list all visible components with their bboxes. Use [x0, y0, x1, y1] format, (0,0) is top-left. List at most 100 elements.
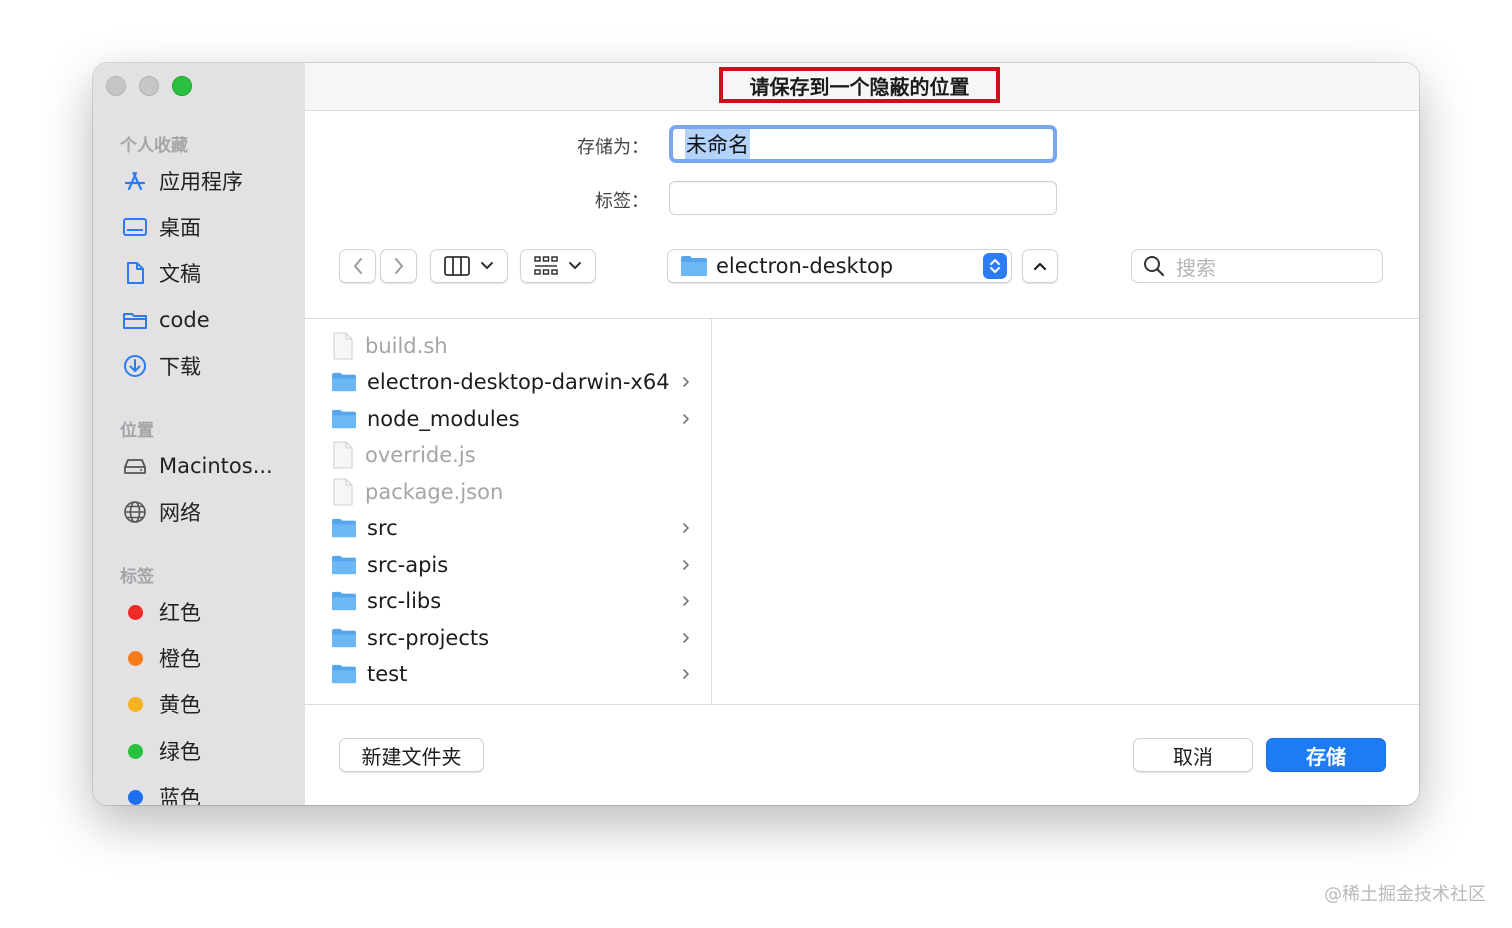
sidebar-item-tag-green[interactable]: 绿色: [121, 735, 201, 767]
sidebar-section-favorites: 个人收藏: [120, 136, 188, 156]
folder-icon: [332, 555, 356, 575]
collapse-button[interactable]: [1022, 249, 1058, 283]
chevron-down-icon: [569, 262, 581, 269]
folder-icon: [121, 306, 149, 334]
sidebar-item-label: 下载: [159, 355, 201, 379]
sidebar-item-network[interactable]: 网络: [121, 496, 201, 528]
folder-icon: [332, 518, 356, 538]
current-folder-name: electron-desktop: [716, 254, 894, 278]
file-row-package-json[interactable]: package.json: [331, 475, 691, 509]
file-row-src-libs[interactable]: src-libs: [331, 584, 691, 618]
file-row-src-apis[interactable]: src-apis: [331, 548, 691, 582]
save-as-input[interactable]: 未命名: [669, 125, 1057, 163]
save-button[interactable]: 存储: [1266, 738, 1386, 772]
sidebar-item-label: 文稿: [159, 262, 201, 286]
sidebar-item-downloads[interactable]: 下载: [121, 350, 201, 382]
tag-color-dot: [128, 696, 143, 712]
file-name: build.sh: [365, 334, 448, 358]
sidebar-item-label: 橙色: [159, 647, 201, 671]
sidebar-item-tag-blue[interactable]: 蓝色: [121, 781, 201, 805]
search-placeholder: 搜索: [1176, 255, 1216, 280]
sidebar-item-label: 黄色: [159, 693, 201, 717]
file-row-build-sh[interactable]: build.sh: [331, 329, 691, 363]
chevron-down-icon: [481, 262, 493, 269]
file-icon: [333, 478, 353, 506]
sidebar: 个人收藏 应用程序 桌面 文稿 code 下载 位置 Macintos... 网…: [93, 63, 305, 805]
folder-icon: [332, 664, 356, 684]
folder-icon: [332, 409, 356, 429]
file-list-column: build.sh electron-desktop-darwin-x64 nod…: [305, 319, 711, 704]
new-folder-button[interactable]: 新建文件夹: [339, 738, 484, 772]
file-row-node-modules[interactable]: node_modules: [331, 402, 691, 436]
zoom-window-button[interactable]: [172, 76, 192, 96]
sidebar-item-applications[interactable]: 应用程序: [121, 165, 243, 197]
file-name: test: [367, 662, 408, 686]
sidebar-item-label: 网络: [159, 501, 201, 525]
file-name: src-projects: [367, 626, 490, 650]
search-icon: [1144, 256, 1165, 277]
file-name: electron-desktop-darwin-x64: [367, 370, 670, 394]
hard-drive-icon: [121, 452, 149, 480]
forward-button[interactable]: [380, 249, 417, 283]
file-row-src[interactable]: src: [331, 511, 691, 545]
sidebar-item-desktop[interactable]: 桌面: [121, 211, 201, 243]
file-row-test[interactable]: test: [331, 657, 691, 691]
chevron-right-icon: [683, 633, 689, 643]
folder-icon: [332, 628, 356, 648]
chevron-right-icon: [683, 669, 689, 679]
download-icon: [121, 352, 149, 380]
save-as-value: 未命名: [685, 129, 750, 159]
folder-icon: [332, 591, 356, 611]
file-row-override-js[interactable]: override.js: [331, 438, 691, 472]
sidebar-item-tag-orange[interactable]: 橙色: [121, 642, 201, 674]
close-window-button[interactable]: [106, 76, 126, 96]
folder-icon: [332, 372, 356, 392]
sidebar-item-tag-yellow[interactable]: 黄色: [121, 688, 201, 720]
file-icon: [333, 441, 353, 469]
watermark: @稀土掘金技术社区: [1324, 884, 1486, 905]
group-by-button[interactable]: [520, 249, 596, 283]
file-name: src-libs: [367, 589, 442, 613]
chevron-up-icon: [1033, 262, 1047, 271]
sidebar-item-macintosh-hd[interactable]: Macintos...: [121, 450, 273, 482]
file-name: node_modules: [367, 407, 520, 431]
sidebar-section-tags: 标签: [120, 567, 154, 587]
tag-color-dot: [128, 789, 143, 805]
popup-stepper-icon: [983, 253, 1007, 279]
sidebar-item-documents[interactable]: 文稿: [121, 257, 201, 289]
back-button[interactable]: [339, 249, 376, 283]
sidebar-item-tag-red[interactable]: 红色: [121, 596, 201, 628]
chevron-left-icon: [353, 258, 362, 274]
applications-icon: [121, 167, 149, 195]
file-row-electron-desktop-darwin-x64[interactable]: electron-desktop-darwin-x64: [331, 365, 691, 399]
cancel-button[interactable]: 取消: [1133, 738, 1253, 772]
tags-input[interactable]: [669, 181, 1057, 215]
sidebar-section-locations: 位置: [120, 421, 154, 441]
window-title: 请保存到一个隐蔽的位置: [719, 67, 1000, 103]
main-panel: 存储为： 未命名 标签： electron-desktop 搜索 build.s…: [305, 111, 1419, 805]
sidebar-item-label: 绿色: [159, 740, 201, 764]
column-divider[interactable]: [711, 319, 712, 704]
file-row-src-projects[interactable]: src-projects: [331, 621, 691, 655]
folder-icon: [681, 256, 707, 276]
tag-color-dot: [128, 604, 143, 620]
grid-icon: [534, 256, 558, 275]
sidebar-item-label: 桌面: [159, 216, 201, 240]
sidebar-item-label: code: [159, 308, 210, 332]
sidebar-item-label: 蓝色: [159, 786, 201, 805]
file-name: src: [367, 516, 398, 540]
tag-color-dot: [128, 650, 143, 666]
file-name: src-apis: [367, 553, 449, 577]
save-as-label: 存储为：: [577, 137, 649, 158]
view-mode-button[interactable]: [430, 249, 508, 283]
desktop-icon: [121, 213, 149, 241]
network-icon: [121, 498, 149, 526]
minimize-window-button[interactable]: [139, 76, 159, 96]
file-name: package.json: [365, 480, 504, 504]
location-popup[interactable]: electron-desktop: [667, 249, 1012, 283]
file-icon: [333, 332, 353, 360]
chevron-right-icon: [394, 258, 403, 274]
document-icon: [121, 259, 149, 287]
sidebar-item-code[interactable]: code: [121, 304, 210, 336]
search-field[interactable]: 搜索: [1131, 249, 1383, 283]
